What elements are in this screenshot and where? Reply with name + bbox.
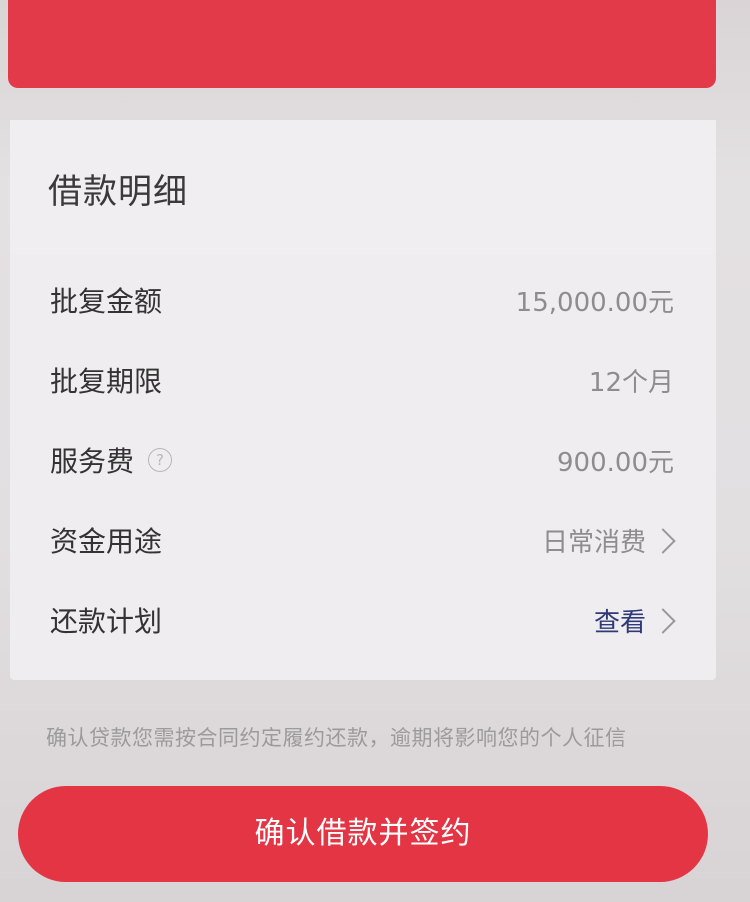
row-value: 查看 bbox=[593, 608, 646, 638]
row-label-wrap: 服务费 ? bbox=[50, 440, 173, 480]
chevron-right-icon bbox=[650, 607, 676, 634]
chevron-right-icon bbox=[650, 527, 676, 554]
row-approved-amount: 批复金额 15,000.00元 bbox=[10, 262, 716, 342]
confirm-loan-button[interactable]: 确认借款并签约 bbox=[18, 786, 708, 882]
row-value-wrap[interactable]: 日常消费 bbox=[542, 522, 676, 559]
view-repayment-plan-link[interactable]: 查看 bbox=[594, 602, 676, 639]
row-repayment-plan[interactable]: 还款计划 查看 bbox=[10, 582, 716, 662]
row-label: 批复期限 bbox=[50, 365, 163, 398]
row-label: 服务费 bbox=[50, 445, 135, 478]
row-fund-purpose[interactable]: 资金用途 日常消费 bbox=[10, 502, 716, 582]
row-value: 900.00元 bbox=[557, 448, 674, 478]
card-title: 借款明细 bbox=[48, 172, 188, 212]
card-header: 借款明细 bbox=[10, 120, 716, 254]
loan-detail-card: 借款明细 批复金额 15,000.00元 批复期限 12个月 服务费 ? 900… bbox=[10, 120, 716, 680]
row-value: 日常消费 bbox=[541, 528, 646, 558]
row-approved-term: 批复期限 12个月 bbox=[10, 342, 716, 422]
help-circle-icon[interactable]: ? bbox=[148, 448, 173, 472]
row-label: 还款计划 bbox=[50, 605, 163, 638]
credit-notice: 确认贷款您需按合同约定履约还款，逾期将影响您的个人征信 bbox=[46, 726, 627, 750]
row-label: 资金用途 bbox=[50, 525, 163, 558]
row-service-fee: 服务费 ? 900.00元 bbox=[10, 422, 716, 502]
row-value: 15,000.00元 bbox=[515, 288, 674, 318]
row-label: 批复金额 bbox=[50, 285, 163, 318]
row-value: 12个月 bbox=[588, 368, 674, 398]
loan-confirm-screen: 借款明细 批复金额 15,000.00元 批复期限 12个月 服务费 ? 900… bbox=[0, 0, 750, 902]
top-banner bbox=[8, 0, 716, 88]
